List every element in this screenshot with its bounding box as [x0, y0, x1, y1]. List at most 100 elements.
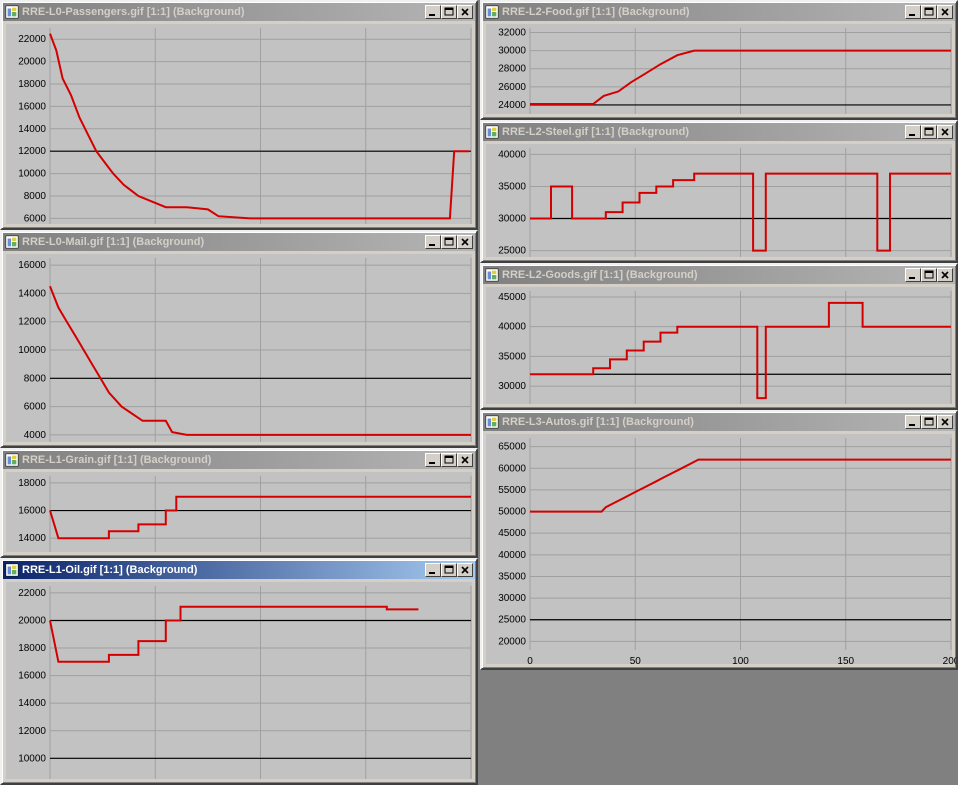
window-buttons: [905, 415, 953, 429]
doc-icon: [5, 453, 19, 467]
minimize-button[interactable]: [425, 453, 441, 467]
chart-area: 2400026000280003000032000: [486, 24, 952, 114]
window-buttons: [905, 268, 953, 282]
svg-text:16000: 16000: [18, 671, 46, 682]
chart-area: 40006000800010000120001400016000: [6, 254, 472, 442]
mdi-window-steel[interactable]: RRE-L2-Steel.gif [1:1] (Background) 2500…: [480, 120, 958, 263]
doc-icon: [485, 268, 499, 282]
svg-text:55000: 55000: [498, 485, 526, 496]
window-title: RRE-L2-Food.gif [1:1] (Background): [502, 6, 905, 18]
maximize-button[interactable]: [441, 235, 457, 249]
window-buttons: [425, 563, 473, 577]
svg-text:26000: 26000: [498, 82, 526, 93]
svg-text:10000: 10000: [18, 169, 46, 180]
window-buttons: [905, 125, 953, 139]
svg-text:14000: 14000: [18, 124, 46, 135]
titlebar[interactable]: RRE-L0-Passengers.gif [1:1] (Background): [3, 3, 475, 21]
svg-text:18000: 18000: [18, 478, 46, 489]
doc-icon: [485, 125, 499, 139]
doc-icon: [485, 415, 499, 429]
close-button[interactable]: [937, 125, 953, 139]
window-title: RRE-L2-Goods.gif [1:1] (Background): [502, 269, 905, 281]
titlebar[interactable]: RRE-L1-Oil.gif [1:1] (Background): [3, 561, 475, 579]
close-button[interactable]: [457, 5, 473, 19]
svg-text:8000: 8000: [24, 191, 47, 202]
svg-text:25000: 25000: [498, 246, 526, 257]
svg-text:30000: 30000: [498, 46, 526, 57]
svg-text:200: 200: [943, 656, 956, 667]
mdi-window-oil[interactable]: RRE-L1-Oil.gif [1:1] (Background) 10000 1…: [0, 558, 478, 785]
maximize-button[interactable]: [921, 125, 937, 139]
window-title: RRE-L2-Steel.gif [1:1] (Background): [502, 126, 905, 138]
titlebar[interactable]: RRE-L0-Mail.gif [1:1] (Background): [3, 233, 475, 251]
minimize-button[interactable]: [425, 563, 441, 577]
svg-text:14000: 14000: [18, 288, 46, 299]
maximize-button[interactable]: [441, 453, 457, 467]
maximize-button[interactable]: [441, 563, 457, 577]
window-buttons: [905, 5, 953, 19]
mdi-window-passengers[interactable]: RRE-L0-Passengers.gif [1:1] (Background)…: [0, 0, 478, 230]
close-button[interactable]: [457, 453, 473, 467]
svg-text:22000: 22000: [18, 34, 46, 45]
maximize-button[interactable]: [921, 268, 937, 282]
maximize-button[interactable]: [921, 5, 937, 19]
svg-text:28000: 28000: [498, 64, 526, 75]
svg-text:20000: 20000: [498, 636, 526, 647]
minimize-button[interactable]: [425, 235, 441, 249]
svg-text:12000: 12000: [18, 317, 46, 328]
close-button[interactable]: [457, 563, 473, 577]
minimize-button[interactable]: [905, 125, 921, 139]
svg-text:32000: 32000: [498, 28, 526, 39]
svg-text:8000: 8000: [24, 373, 47, 384]
titlebar[interactable]: RRE-L3-Autos.gif [1:1] (Background): [483, 413, 955, 431]
minimize-button[interactable]: [905, 415, 921, 429]
maximize-button[interactable]: [441, 5, 457, 19]
svg-text:10000: 10000: [18, 753, 46, 764]
minimize-button[interactable]: [425, 5, 441, 19]
titlebar[interactable]: RRE-L1-Grain.gif [1:1] (Background): [3, 451, 475, 469]
mdi-window-goods[interactable]: RRE-L2-Goods.gif [1:1] (Background) 3000…: [480, 263, 958, 410]
minimize-button[interactable]: [905, 5, 921, 19]
svg-text:6000: 6000: [24, 402, 47, 413]
svg-text:100: 100: [732, 656, 749, 667]
titlebar[interactable]: RRE-L2-Steel.gif [1:1] (Background): [483, 123, 955, 141]
svg-text:30000: 30000: [498, 593, 526, 604]
mdi-window-food[interactable]: RRE-L2-Food.gif [1:1] (Background) 24000…: [480, 0, 958, 120]
close-button[interactable]: [937, 268, 953, 282]
svg-text:50: 50: [630, 656, 642, 667]
mdi-workspace: RRE-L0-Passengers.gif [1:1] (Background)…: [0, 0, 958, 785]
mdi-window-mail[interactable]: RRE-L0-Mail.gif [1:1] (Background) 4000 6…: [0, 230, 478, 448]
svg-text:12000: 12000: [18, 726, 46, 737]
close-button[interactable]: [457, 235, 473, 249]
svg-text:35000: 35000: [498, 181, 526, 192]
doc-icon: [5, 235, 19, 249]
titlebar[interactable]: RRE-L2-Food.gif [1:1] (Background): [483, 3, 955, 21]
doc-icon: [5, 5, 19, 19]
svg-text:16000: 16000: [18, 260, 46, 271]
svg-text:45000: 45000: [498, 292, 526, 303]
svg-text:65000: 65000: [498, 442, 526, 453]
svg-text:18000: 18000: [18, 643, 46, 654]
svg-text:50000: 50000: [498, 507, 526, 518]
svg-text:45000: 45000: [498, 528, 526, 539]
doc-icon: [5, 563, 19, 577]
chart-area: 2000025000300003500040000450005000055000…: [486, 434, 952, 664]
svg-text:16000: 16000: [18, 506, 46, 517]
svg-text:14000: 14000: [18, 698, 46, 709]
svg-text:25000: 25000: [498, 615, 526, 626]
close-button[interactable]: [937, 5, 953, 19]
mdi-window-grain[interactable]: RRE-L1-Grain.gif [1:1] (Background) 1400…: [0, 448, 478, 558]
minimize-button[interactable]: [905, 268, 921, 282]
svg-text:40000: 40000: [498, 550, 526, 561]
window-title: RRE-L0-Passengers.gif [1:1] (Background): [22, 6, 425, 18]
maximize-button[interactable]: [921, 415, 937, 429]
svg-text:4000: 4000: [24, 430, 47, 441]
chart-area: 30000350004000045000: [486, 287, 952, 404]
titlebar[interactable]: RRE-L2-Goods.gif [1:1] (Background): [483, 266, 955, 284]
mdi-window-autos[interactable]: RRE-L3-Autos.gif [1:1] (Background) 2000…: [480, 410, 958, 670]
svg-text:12000: 12000: [18, 146, 46, 157]
svg-text:40000: 40000: [498, 322, 526, 333]
svg-text:30000: 30000: [498, 381, 526, 392]
close-button[interactable]: [937, 415, 953, 429]
svg-text:14000: 14000: [18, 533, 46, 544]
